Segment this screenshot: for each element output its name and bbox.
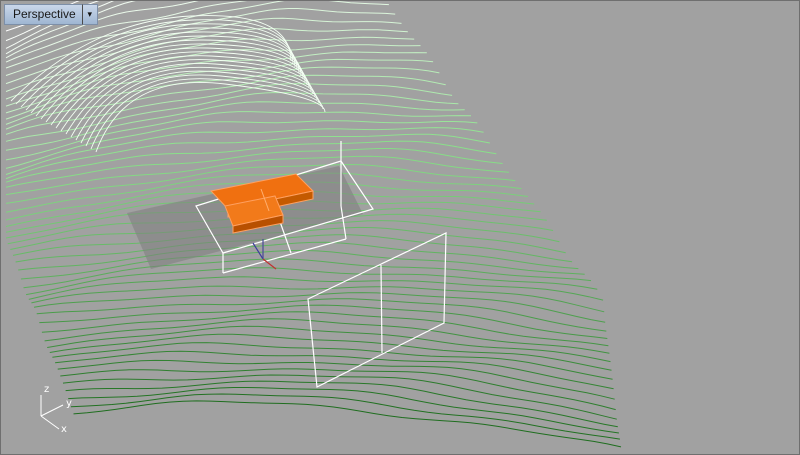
axes-icon <box>40 395 64 430</box>
contour-line <box>73 400 622 448</box>
contour-line <box>45 43 306 123</box>
contour-line <box>40 39 304 120</box>
contour-line <box>70 393 620 440</box>
contour-line <box>60 368 616 411</box>
chevron-down-icon[interactable]: ▾ <box>81 4 98 25</box>
contour-line <box>65 380 618 428</box>
axis-y-label: y <box>66 398 72 409</box>
scene-canvas[interactable]: z y x <box>1 1 799 454</box>
contour-line <box>5 91 459 142</box>
contour-line <box>35 35 302 117</box>
axis-x-label: x <box>61 424 67 435</box>
contour-line <box>5 74 446 130</box>
contour-line <box>15 234 573 263</box>
contour-line <box>62 374 617 420</box>
viewport-header: Perspective ▾ <box>4 4 98 25</box>
contour-line <box>31 285 605 313</box>
viewport-title-tab[interactable]: Perspective <box>4 4 82 25</box>
contour-line <box>23 258 592 289</box>
contour-line <box>70 62 316 138</box>
contour-line <box>33 292 606 323</box>
contour-line <box>49 333 612 371</box>
section-frame <box>307 232 447 388</box>
contour-line <box>5 148 503 188</box>
perspective-viewport[interactable]: z y x Perspective ▾ <box>0 0 800 455</box>
axis-z-label: z <box>44 384 49 395</box>
